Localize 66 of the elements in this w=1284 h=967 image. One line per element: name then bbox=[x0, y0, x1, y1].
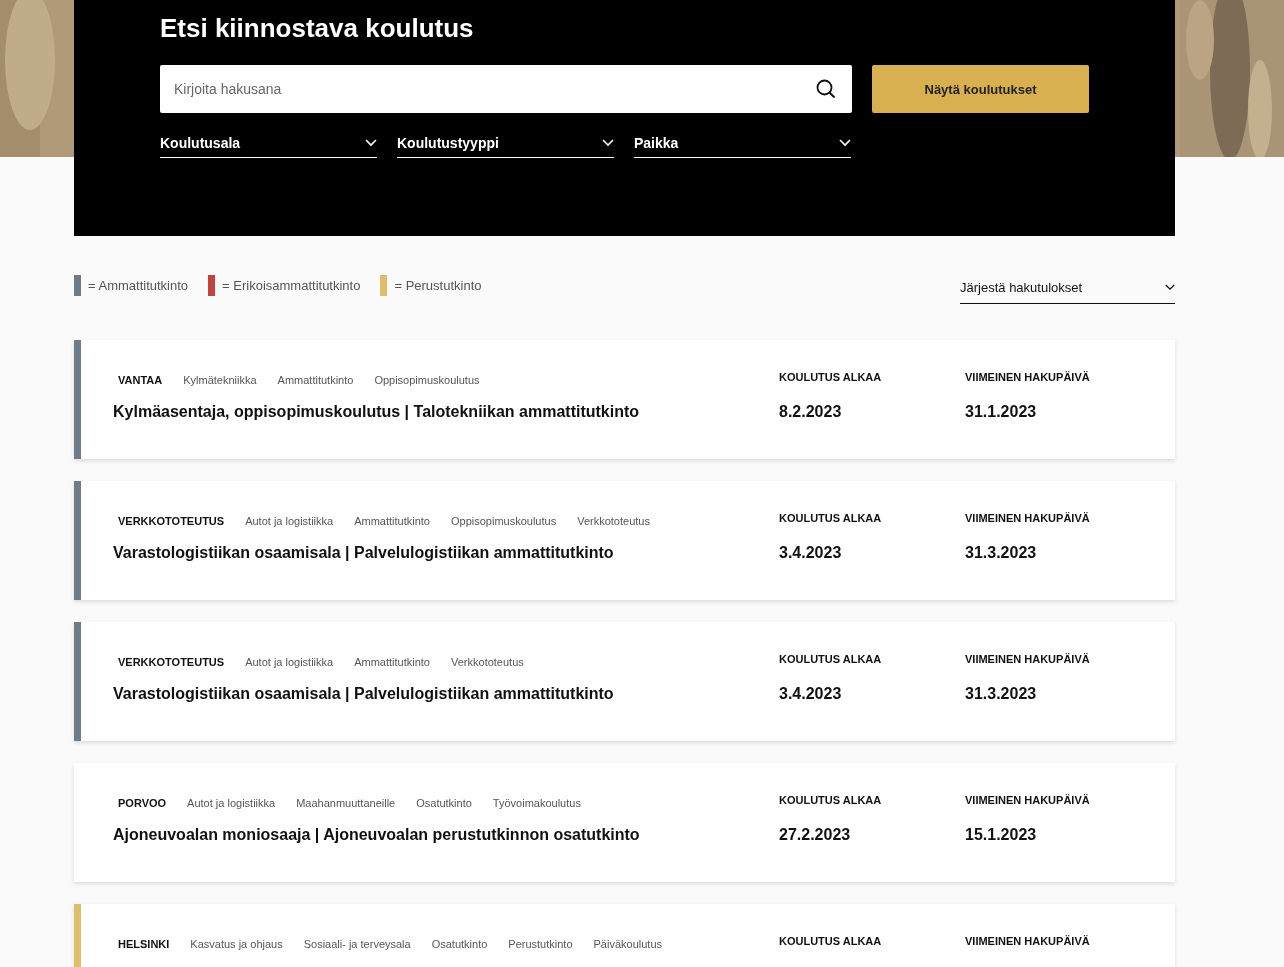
course-card[interactable]: PORVOO Autot ja logistiikka Maahanmuuttaneille Osatutkinto Työvoimakoulutus Ajoneuvoalan moniosaaja | Ajoneuvoalan perustutkinnon osatutkinto KOULUTUS ALKAA 27.2.2023 VIIMEINEN HAKUPÄIVÄ 15.1.2023 bbox=[74, 763, 1175, 882]
category-tag: Päiväkoulutus bbox=[593, 938, 663, 950]
page-title: Etsi kiinnostava koulutus bbox=[160, 12, 475, 44]
legend-label: = Perustutkinto bbox=[394, 278, 482, 293]
filter-dropdown[interactable]: Koulutusala bbox=[160, 135, 377, 158]
start-label: KOULUTUS ALKAA bbox=[779, 935, 883, 947]
deadline-label: VIIMEINEN HAKUPÄIVÄ bbox=[965, 653, 1091, 665]
start-date: 3.4.2023 bbox=[779, 544, 843, 562]
search-icon[interactable] bbox=[816, 79, 836, 99]
category-tag: Oppisopimuskoulutus bbox=[374, 374, 480, 386]
course-card[interactable]: VANTAA Kylmätekniikka Ammattitutkinto Oppisopimuskoulutus Kylmäasentaja, oppisopimuskoulutus | Talotekniikan ammattitutkinto KOULUTUS ALKAA 8.2.2023 VIIMEINEN HAKUPÄIVÄ 31.1.2023 bbox=[74, 340, 1175, 459]
start-label: KOULUTUS ALKAA bbox=[779, 653, 883, 665]
location-tag: HELSINKI bbox=[118, 938, 170, 950]
sort-dropdown[interactable]: Järjestä hakutulokset bbox=[960, 275, 1175, 304]
chevron-down-icon bbox=[365, 139, 377, 147]
legend-label: = Ammattitutkinto bbox=[88, 278, 189, 293]
category-tag: Perustutkinto bbox=[508, 938, 573, 950]
course-title[interactable]: Varastologistiikan osaamisala | Palvelulogistiikan ammattitutkinto bbox=[113, 685, 779, 703]
category-tag: Verkkototeutus bbox=[577, 515, 650, 527]
location-tag: PORVOO bbox=[118, 797, 167, 809]
category-tag: Kylmätekniikka bbox=[183, 374, 257, 386]
category-tag: Oppisopimuskoulutus bbox=[451, 515, 557, 527]
deadline-date: 15.1.2023 bbox=[965, 826, 1038, 844]
chevron-down-icon bbox=[602, 139, 614, 147]
deadline-label: VIIMEINEN HAKUPÄIVÄ bbox=[965, 794, 1091, 806]
filter-dropdown[interactable]: Koulutustyyppi bbox=[397, 135, 614, 158]
course-card[interactable]: VERKKOTOTEUTUS Autot ja logistiikka Ammattitutkinto Verkkototeutus Varastologistiikan osaamisala | Palvelulogistiikan ammattitutkinto KOULUTUS ALKAA 3.4.2023 VIIMEINEN HAKUPÄIVÄ 31.3.2023 bbox=[74, 622, 1175, 741]
category-tag: Sosiaali- ja terveysala bbox=[303, 938, 411, 950]
category-tag: Autot ja logistiikka bbox=[187, 797, 276, 809]
deadline-date: 31.3.2023 bbox=[965, 685, 1038, 703]
show-courses-button[interactable]: Näytä koulutukset bbox=[872, 65, 1089, 113]
category-tag: Autot ja logistiikka bbox=[245, 656, 334, 668]
course-title[interactable]: Varastologistiikan osaamisala | Palvelulogistiikan ammattitutkinto bbox=[113, 544, 779, 562]
search-field[interactable]: Kirjoita hakusana bbox=[160, 65, 852, 113]
deadline-label: VIIMEINEN HAKUPÄIVÄ bbox=[965, 512, 1091, 524]
category-tag: Ammattitutkinto bbox=[354, 515, 430, 527]
start-date: 27.2.2023 bbox=[779, 826, 852, 844]
category-tag: Ammattitutkinto bbox=[277, 374, 354, 386]
location-tag: VERKKOTOTEUTUS bbox=[118, 656, 225, 668]
category-tag: Kasvatus ja ohjaus bbox=[190, 938, 283, 950]
course-title[interactable]: Kylmäasentaja, oppisopimuskoulutus | Talotekniikan ammattitutkinto bbox=[113, 403, 779, 421]
course-title[interactable]: Ajoneuvoalan moniosaaja | Ajoneuvoalan perustutkinnon osatutkinto bbox=[113, 826, 779, 844]
start-label: KOULUTUS ALKAA bbox=[779, 512, 883, 524]
deadline-label: VIIMEINEN HAKUPÄIVÄ bbox=[965, 935, 1091, 947]
deadline-date: 31.3.2023 bbox=[965, 544, 1038, 562]
legend-label: = Erikoisammattitutkinto bbox=[222, 278, 361, 293]
start-date: 8.2.2023 bbox=[779, 403, 843, 421]
category-tag: Maahanmuuttaneille bbox=[296, 797, 396, 809]
location-tag: VERKKOTOTEUTUS bbox=[118, 515, 225, 527]
category-tag: Autot ja logistiikka bbox=[245, 515, 334, 527]
category-tag: Työvoimakoulutus bbox=[492, 797, 581, 809]
course-card[interactable] bbox=[74, 481, 1175, 600]
location-tag: VANTAA bbox=[118, 374, 163, 386]
category-tag: Osatutkinto bbox=[416, 797, 472, 809]
category-tag: Osatutkinto bbox=[431, 938, 488, 950]
start-label: KOULUTUS ALKAA bbox=[779, 371, 883, 383]
chevron-down-icon bbox=[839, 139, 851, 147]
start-date: 3.4.2023 bbox=[779, 685, 843, 703]
course-card[interactable]: HELSINKI Kasvatus ja ohjaus Sosiaali- ja terveysala Osatutkinto Perustutkinto Päiväkoulutus KOULUTUS ALKAA VIIMEINEN HAKUPÄIVÄ bbox=[74, 904, 1175, 967]
filter-dropdown[interactable]: Paikka bbox=[634, 135, 851, 158]
category-tag: Ammattitutkinto bbox=[354, 656, 430, 668]
deadline-date: 31.1.2023 bbox=[965, 403, 1038, 421]
chevron-down-icon bbox=[1165, 284, 1175, 291]
category-tag: Verkkototeutus bbox=[451, 656, 524, 668]
deadline-label: VIIMEINEN HAKUPÄIVÄ bbox=[965, 371, 1091, 383]
start-label: KOULUTUS ALKAA bbox=[779, 794, 883, 806]
